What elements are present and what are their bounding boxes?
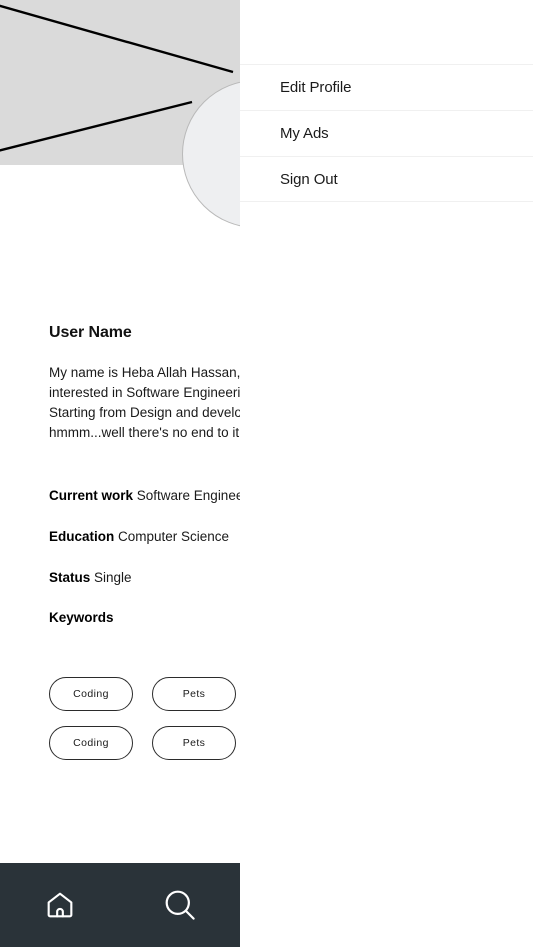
profile-dropdown-menu: Edit Profile My Ads Sign Out: [240, 0, 533, 947]
menu-item-edit-profile[interactable]: Edit Profile: [240, 64, 533, 110]
detail-value-current-work: Software Engineer: [133, 488, 240, 503]
menu-item-my-ads[interactable]: My Ads: [240, 110, 533, 156]
detail-value-education: Computer Science: [114, 529, 230, 544]
keyword-chip-list: Coding Pets Coding Pets: [49, 677, 240, 775]
profile-bio: My name is Heba Allah Hassan, I'm intere…: [49, 365, 240, 440]
keyword-chip-row: Coding Pets: [49, 677, 240, 711]
profile-screen: User Name My name is Heba Allah Hassan, …: [0, 0, 240, 947]
detail-row-current-work: Current work Software Engineer: [49, 488, 240, 503]
nav-item-home[interactable]: [0, 888, 120, 922]
detail-label-status: Status: [49, 570, 91, 585]
detail-row-status: Status Single: [49, 570, 132, 585]
menu-item-label: Edit Profile: [280, 79, 352, 96]
detail-value-status: Single: [90, 570, 132, 585]
menu-item-label: My Ads: [280, 125, 329, 142]
search-icon: [161, 886, 199, 924]
nav-item-search[interactable]: [120, 886, 240, 924]
keyword-chip-row: Coding Pets: [49, 726, 240, 760]
menu-item-label: Sign Out: [280, 170, 338, 188]
page-title: User Name: [49, 324, 132, 341]
home-icon: [43, 888, 77, 922]
keyword-chip-pets[interactable]: Pets: [152, 677, 236, 711]
keyword-chip-coding[interactable]: Coding: [49, 677, 133, 711]
keyword-chip-pets[interactable]: Pets: [152, 726, 236, 760]
menu-item-sign-out[interactable]: Sign Out: [240, 156, 533, 202]
detail-row-education: Education Computer Science: [49, 529, 229, 544]
keywords-heading: Keywords: [49, 610, 114, 625]
detail-label-education: Education: [49, 529, 115, 544]
bottom-navigation-bar: [0, 863, 240, 947]
keyword-chip-coding[interactable]: Coding: [49, 726, 133, 760]
detail-label-current-work: Current work: [49, 488, 134, 503]
